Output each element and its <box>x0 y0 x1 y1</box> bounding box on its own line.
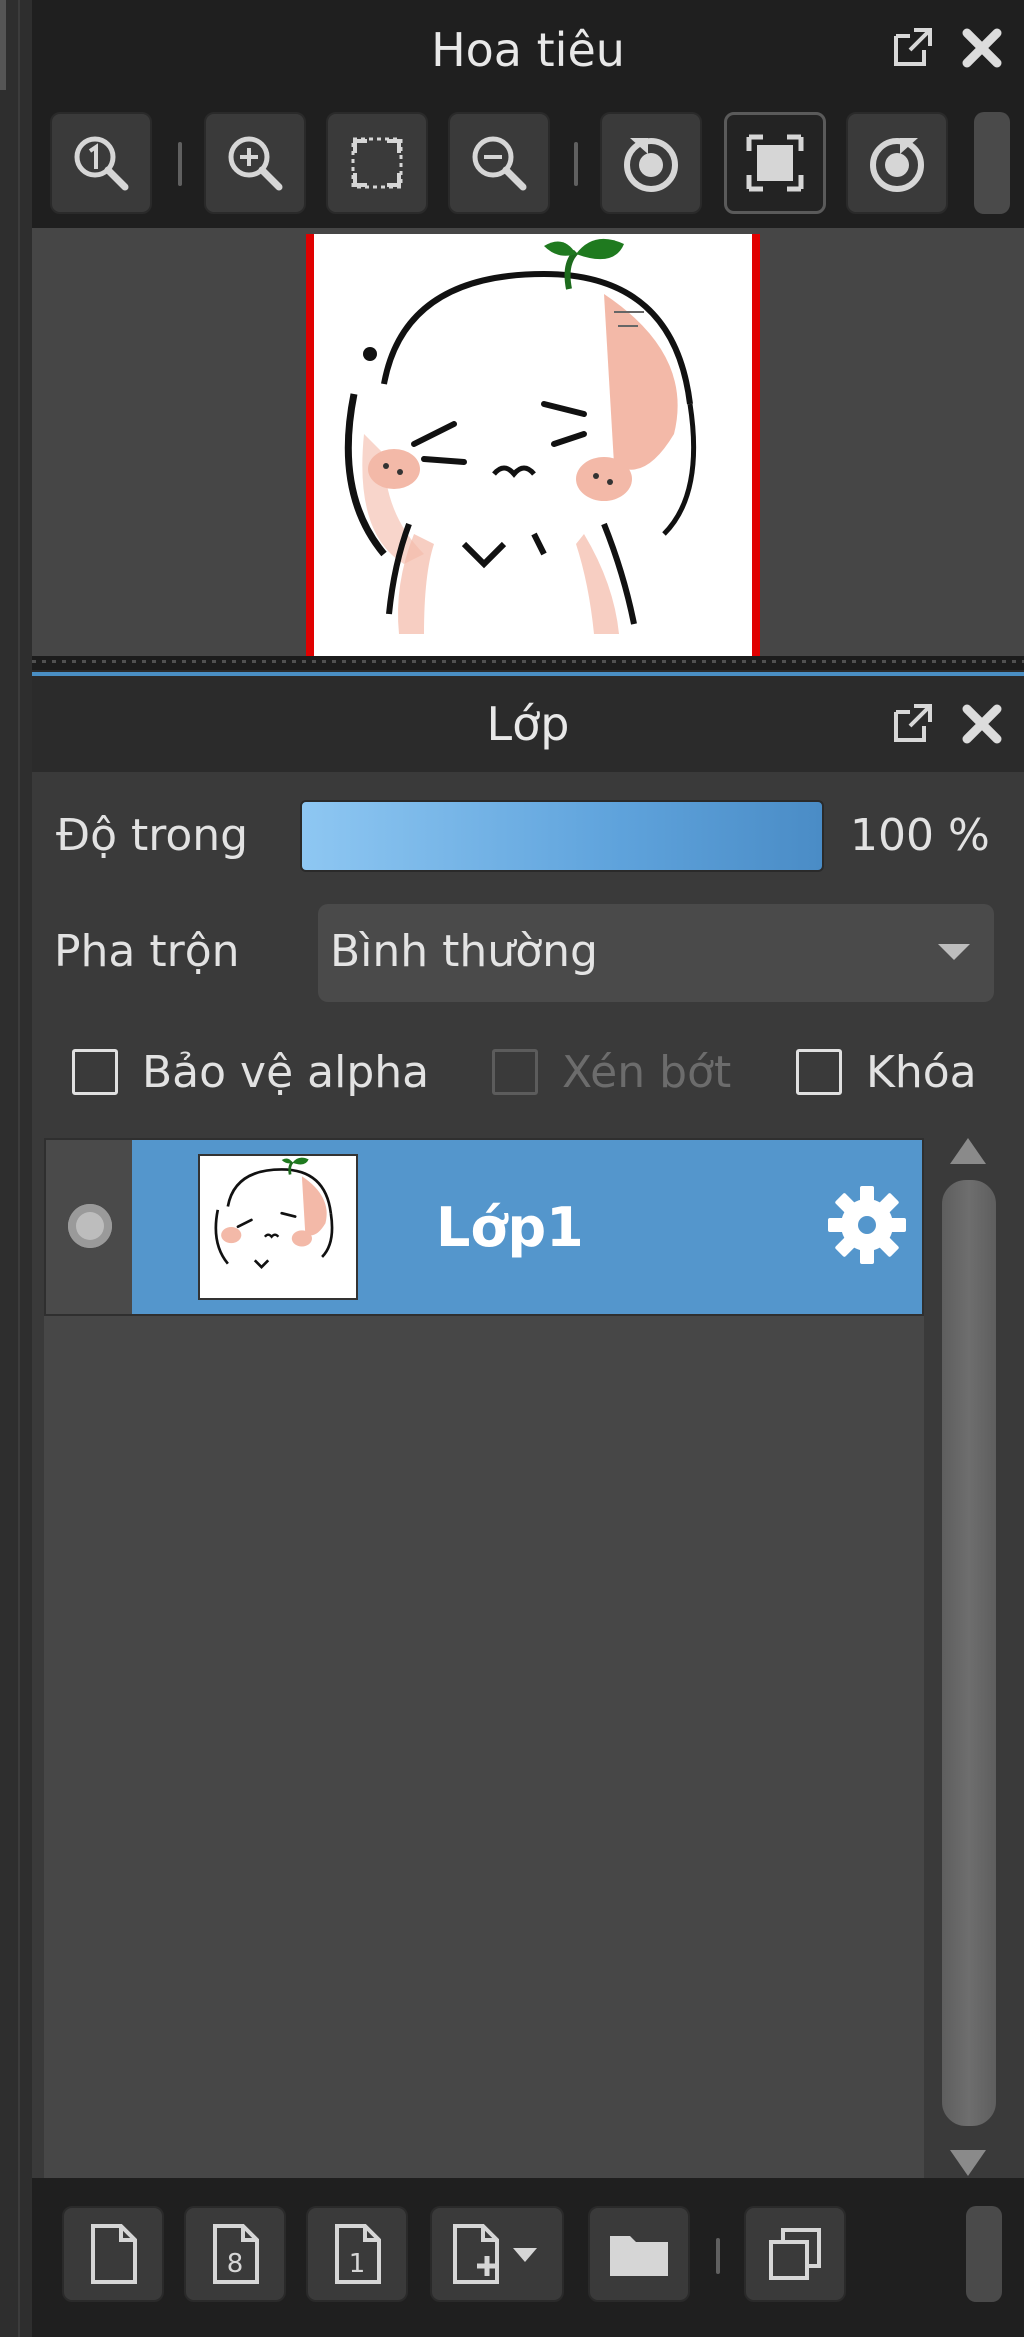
dock-edge-line <box>18 0 20 2337</box>
scroll-down-arrow-icon[interactable] <box>950 2150 986 2176</box>
lock-checkbox[interactable]: Khóa <box>796 1042 977 1102</box>
left-dock-edge <box>0 0 32 2337</box>
visibility-column <box>46 1140 132 1314</box>
opacity-label: Độ trong <box>56 810 249 861</box>
layer-list[interactable]: Lớp1 <box>44 1138 924 2178</box>
protect-alpha-checkbox[interactable]: Bảo vệ alpha <box>72 1042 429 1102</box>
toolbar-scroll-handle[interactable] <box>966 2206 1002 2302</box>
undock-icon[interactable] <box>882 18 942 78</box>
opacity-slider[interactable] <box>300 800 824 872</box>
blend-mode-select[interactable]: Bình thường <box>318 904 994 1002</box>
blend-mode-value: Bình thường <box>330 926 598 977</box>
new-1bit-layer-icon[interactable]: 1 <box>306 2206 408 2302</box>
clipping-checkbox: Xén bớt <box>492 1042 731 1102</box>
checkbox-box <box>492 1049 538 1095</box>
panel-splitter[interactable] <box>32 656 1024 670</box>
close-icon[interactable] <box>952 18 1012 78</box>
opacity-value: 100 % <box>850 810 990 861</box>
toolbar-separator <box>716 2238 720 2274</box>
rotate-left-icon[interactable] <box>600 112 702 214</box>
navigator-panel: Hoa tiêu <box>32 0 1024 662</box>
navigator-toolbar <box>32 100 1024 228</box>
folder-icon[interactable] <box>588 2206 690 2302</box>
toolbar-separator <box>574 142 578 186</box>
lock-label: Khóa <box>866 1046 977 1098</box>
blend-mode-label: Pha trộn <box>54 926 240 977</box>
layer-row[interactable]: Lớp1 <box>44 1138 924 1316</box>
layer-panel-title: Lớp <box>32 676 1024 772</box>
new-layer-icon[interactable] <box>62 2206 164 2302</box>
zoom-out-icon[interactable] <box>448 112 550 214</box>
navigator-preview[interactable] <box>32 228 1024 656</box>
chevron-down-icon <box>938 944 970 960</box>
svg-text:8: 8 <box>227 2249 244 2279</box>
scroll-up-arrow-icon[interactable] <box>950 1138 986 1164</box>
toolbar-separator <box>178 142 182 186</box>
zoom-in-icon[interactable] <box>204 112 306 214</box>
zoom-actual-icon[interactable] <box>50 112 152 214</box>
canvas-preview-image <box>306 234 760 656</box>
reset-view-icon[interactable] <box>724 112 826 214</box>
add-layer-dropdown-icon[interactable] <box>430 2206 564 2302</box>
visibility-toggle-icon[interactable] <box>68 1204 112 1248</box>
close-icon[interactable] <box>952 694 1012 754</box>
clipping-label: Xén bớt <box>562 1046 732 1098</box>
layer-thumbnail <box>198 1154 358 1300</box>
rotate-right-icon[interactable] <box>846 112 948 214</box>
undock-icon[interactable] <box>882 694 942 754</box>
duplicate-layer-icon[interactable] <box>744 2206 846 2302</box>
fit-screen-icon[interactable] <box>326 112 428 214</box>
scrollbar-thumb[interactable] <box>940 1178 998 2128</box>
checkbox-box[interactable] <box>796 1049 842 1095</box>
layer-list-scrollbar[interactable] <box>932 1132 1004 2182</box>
gear-icon[interactable] <box>822 1180 912 1270</box>
checkbox-box[interactable] <box>72 1049 118 1095</box>
protect-alpha-label: Bảo vệ alpha <box>142 1046 430 1098</box>
layer-panel: Lớp Độ trong 100 % Pha trộn Bình thường … <box>32 676 1024 2337</box>
layer-name: Lớp1 <box>436 1196 584 1259</box>
new-8bit-layer-icon[interactable]: 8 <box>184 2206 286 2302</box>
dock-edge-marker <box>0 0 6 90</box>
toolbar-scroll-handle[interactable] <box>974 112 1010 214</box>
svg-text:1: 1 <box>349 2249 366 2279</box>
navigator-title: Hoa tiêu <box>431 23 625 77</box>
layer-actions-toolbar: 8 1 <box>32 2178 1024 2337</box>
